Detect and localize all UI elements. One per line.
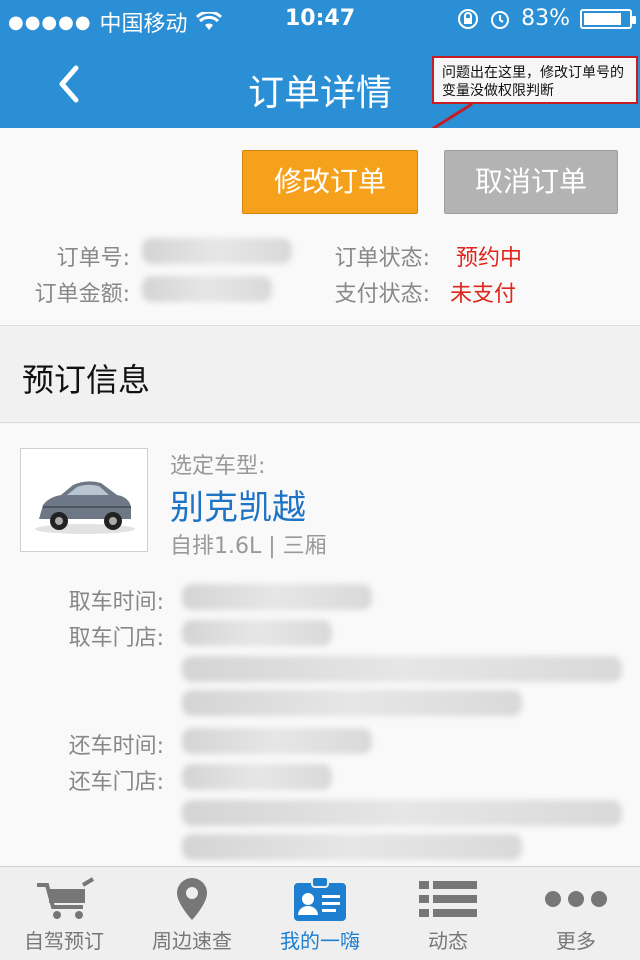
order-status-row: 订单状态: <box>0 240 430 271</box>
alarm-icon <box>491 10 510 29</box>
tab-label: 动态 <box>428 929 468 953</box>
return-store-address-line2-redacted <box>182 834 522 860</box>
car-image <box>20 448 148 552</box>
cancel-order-button[interactable]: 取消订单 <box>444 150 618 214</box>
tab-self-drive-booking[interactable]: 自驾预订 <box>0 867 128 960</box>
tab-label: 更多 <box>556 929 596 953</box>
payment-status-row: 支付状态: <box>0 276 430 307</box>
car-model-label: 选定车型: <box>170 454 266 479</box>
battery-icon <box>580 8 636 29</box>
id-card-icon <box>294 876 346 921</box>
battery-fill <box>584 12 621 25</box>
location-pin-icon <box>177 878 207 920</box>
car-model-name: 别克凯越 <box>170 488 306 528</box>
order-summary: 修改订单 取消订单 订单号: 订单金额: 订单状态: 预约中 支付状态: 未支付 <box>0 128 640 326</box>
pickup-time-value-redacted <box>182 584 372 610</box>
return-time-value-redacted <box>182 728 372 754</box>
edit-order-button[interactable]: 修改订单 <box>242 150 418 214</box>
tab-label: 我的一嗨 <box>280 929 360 953</box>
tab-more[interactable]: 更多 <box>512 867 640 960</box>
cart-icon <box>37 877 95 919</box>
tab-label: 周边速查 <box>152 929 232 953</box>
pickup-time-label: 取车时间: <box>68 590 164 615</box>
orientation-lock-icon <box>458 8 479 29</box>
return-time-label: 还车时间: <box>68 734 164 759</box>
pickup-store-name-redacted <box>182 620 332 646</box>
tab-nearby[interactable]: 周边速查 <box>128 867 256 960</box>
payment-status-value: 未支付 <box>450 282 517 307</box>
car-icon <box>35 481 135 534</box>
tab-my-account[interactable]: 我的一嗨 <box>256 867 384 960</box>
section-title: 预订信息 <box>22 361 151 399</box>
pickup-store-address-line2-redacted <box>182 690 522 716</box>
more-dots-icon <box>545 891 607 907</box>
order-status-label: 订单状态: <box>334 246 430 271</box>
return-store-label: 还车门店: <box>68 770 164 795</box>
return-store-name-redacted <box>182 764 332 790</box>
pickup-store-address-redacted <box>182 656 622 682</box>
tab-label: 自驾预订 <box>24 929 104 953</box>
booking-details: 选定车型: 别克凯越 自排1.6L | 三厢 取车时间: 取车门店: 还车时间:… <box>0 424 640 866</box>
booking-info-section: 预订信息 <box>0 327 640 423</box>
tab-news[interactable]: 动态 <box>384 867 512 960</box>
status-bar: ●●●●● 中国移动 10:47 83% <box>0 0 640 40</box>
return-store-address-redacted <box>182 800 622 826</box>
tab-bar: 自驾预订 周边速查 我的一嗨 动态 更多 <box>0 866 640 960</box>
order-status-value: 预约中 <box>456 246 523 271</box>
payment-status-label: 支付状态: <box>334 282 430 307</box>
list-icon <box>419 881 477 917</box>
car-model-spec: 自排1.6L | 三厢 <box>170 534 327 559</box>
battery-percent: 83% <box>521 6 570 31</box>
annotation-note: 问题出在这里，修改订单号的变量没做权限判断 <box>432 56 638 104</box>
pickup-store-label: 取车门店: <box>68 626 164 651</box>
